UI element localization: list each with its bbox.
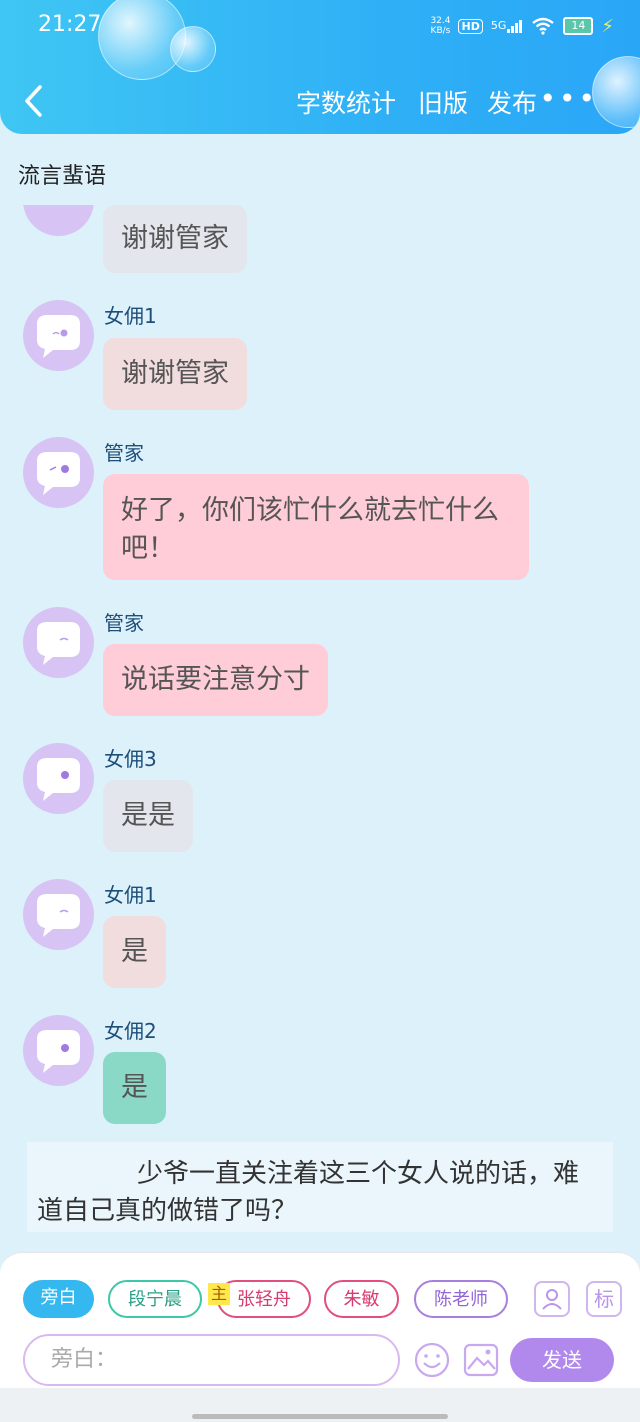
message-line: 吧！ — [121, 533, 175, 564]
home-indicator[interactable] — [192, 1414, 448, 1419]
role-chip-duan-ningchen[interactable]: 段宁晨 — [108, 1280, 202, 1318]
speaker-name: 女佣1 — [104, 304, 157, 328]
ghost-chat-icon — [37, 1030, 80, 1073]
net-speed-value: 32.4 — [430, 16, 451, 26]
ghost-chat-icon — [37, 315, 80, 358]
ghost-chat-icon — [37, 622, 80, 665]
message-bubble[interactable]: 谢谢管家 — [103, 205, 247, 273]
decor-bubble — [592, 56, 640, 128]
ghost-chat-icon — [37, 894, 80, 937]
narration-text: 少爷一直关注着这三个女人说的话，难道自己真的做错了吗？ — [37, 1159, 580, 1226]
message-bubble[interactable]: 是 — [103, 1052, 166, 1124]
narration-block[interactable]: 少爷一直关注着这三个女人说的话，难道自己真的做错了吗？ — [27, 1142, 613, 1232]
send-button[interactable]: 发送 — [510, 1338, 614, 1382]
emoji-icon[interactable] — [413, 1341, 451, 1379]
message-bubble[interactable]: 谢谢管家 — [103, 338, 247, 410]
person-icon — [542, 1289, 562, 1310]
ghost-chat-icon — [37, 758, 80, 801]
wifi-icon — [532, 17, 555, 35]
role-chip-zhang-qingzhou[interactable]: 张轻舟 — [217, 1280, 311, 1318]
mark-button[interactable]: 标 — [586, 1281, 622, 1317]
signal-label: 5G — [490, 19, 507, 32]
message-bubble[interactable]: 说话要注意分寸 — [103, 644, 328, 716]
status-icons: 32.4 KB/s HD 5G 14 ⚡ — [430, 12, 614, 40]
speaker-name: 女佣2 — [104, 1019, 157, 1043]
message-bubble[interactable]: 是是 — [103, 780, 193, 852]
speaker-name: 女佣1 — [104, 883, 157, 907]
message-row: 谢谢管家 — [0, 205, 640, 275]
avatar[interactable] — [23, 743, 94, 814]
speaker-name: 女佣3 — [104, 747, 157, 771]
message-bubble[interactable]: 是 — [103, 916, 166, 988]
net-speed-unit: KB/s — [430, 26, 451, 36]
add-role-button[interactable] — [534, 1281, 570, 1317]
avatar[interactable] — [23, 205, 94, 236]
role-chip-narrator[interactable]: 旁白 — [23, 1280, 94, 1318]
ghost-chat-icon — [37, 452, 80, 495]
avatar[interactable] — [23, 300, 94, 371]
top-header: 21:27 32.4 KB/s HD 5G 14 ⚡ 字数统计 旧版 发布 ••… — [0, 0, 640, 134]
role-chip-teacher-chen[interactable]: 陈老师 — [414, 1280, 508, 1318]
decor-bubble — [170, 26, 216, 72]
role-chip-zhu-min[interactable]: 朱敏 — [324, 1280, 399, 1318]
back-icon[interactable] — [22, 84, 46, 118]
hd-icon: HD — [458, 18, 483, 34]
status-time: 21:27 — [38, 12, 102, 37]
image-icon[interactable] — [462, 1341, 500, 1379]
charging-icon: ⚡ — [601, 15, 614, 37]
main-role-tag: 主 — [208, 1283, 230, 1305]
avatar[interactable] — [23, 607, 94, 678]
net-speed: 32.4 KB/s — [430, 16, 450, 36]
speaker-name: 管家 — [104, 441, 144, 465]
old-version-button[interactable]: 旧版 — [418, 84, 468, 120]
publish-button[interactable]: 发布 — [487, 84, 537, 120]
battery-icon: 14 — [563, 17, 594, 35]
avatar[interactable] — [23, 879, 94, 950]
chat-title: 流言蜚语 — [18, 164, 107, 189]
word-count-button[interactable]: 字数统计 — [296, 84, 396, 120]
message-input[interactable]: 旁白： — [23, 1334, 400, 1386]
avatar[interactable] — [23, 437, 94, 508]
message-line: 好了，你们该忙什么就去忙什么 — [121, 495, 499, 526]
message-bubble[interactable]: 好了，你们该忙什么就去忙什么 吧！ — [103, 474, 529, 580]
avatar[interactable] — [23, 1015, 94, 1086]
more-icon[interactable]: ••• — [539, 82, 598, 115]
signal-icon: 5G — [491, 19, 524, 33]
speaker-name: 管家 — [104, 611, 144, 635]
